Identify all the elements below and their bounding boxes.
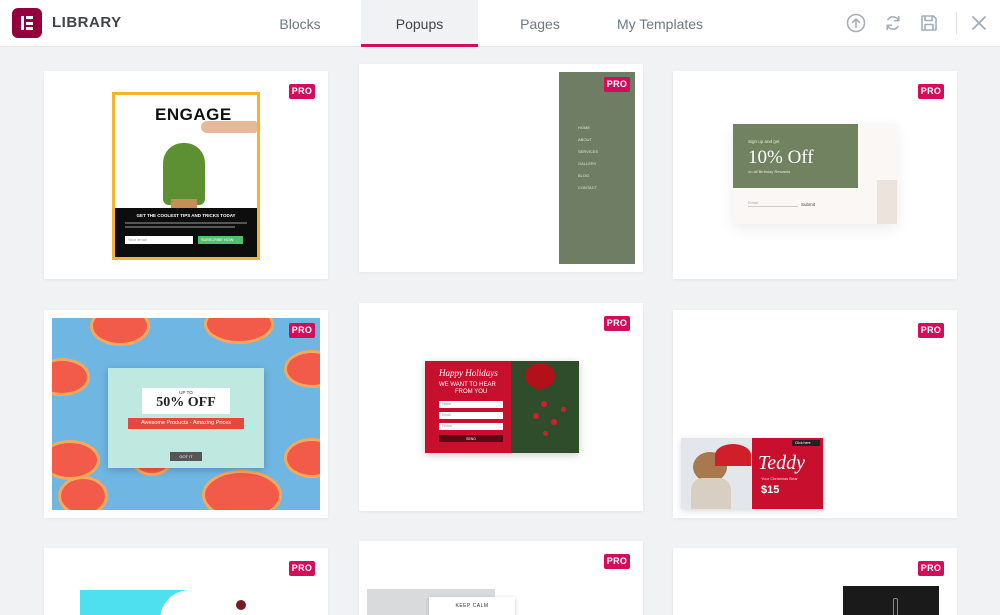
tab-pages-label: Pages (520, 15, 560, 32)
header-divider (956, 12, 957, 34)
email-field: Your email (125, 236, 193, 244)
preview-caption: GET THE COOLEST TIPS AND TRICKS TODAY (136, 213, 236, 218)
template-card-holidays[interactable]: Happy Holidays WE WANT TO HEAR FROM YOU … (359, 303, 643, 511)
teddy-price: $15 (761, 484, 780, 496)
pro-badge: PRO (604, 77, 630, 92)
popup-preview: Happy Holidays WE WANT TO HEAR FROM YOU … (425, 361, 579, 453)
pro-badge: PRO (918, 561, 944, 576)
got-it-button: GOT IT (170, 452, 202, 461)
offer-headline: 50% OFF (156, 395, 216, 410)
preview-headline: KEEP CALM (455, 603, 489, 609)
popup-preview: HOME ABOUT SERVICES GALLERY BLOG CONTACT (559, 72, 635, 264)
pro-badge: PRO (289, 323, 315, 338)
offer-subline: on all Birthday Rewards (748, 169, 791, 174)
send-button: SEND (439, 435, 503, 442)
subscribe-button: SUBSCRIBE NOW (198, 236, 243, 244)
pro-badge: PRO (604, 316, 630, 331)
popup-preview: Sign up and get 10% Off on all Birthday … (733, 124, 897, 224)
template-card-engage[interactable]: ENGAGE GET THE COOLEST TIPS AND TRICKS T… (44, 71, 328, 279)
menu-item: HOME (578, 125, 590, 130)
pro-badge: PRO (918, 84, 944, 99)
tab-blocks[interactable]: Blocks (240, 0, 360, 47)
teddy-offer-panel: Click here Teddy Your Christmas Bear $15 (752, 438, 823, 509)
offer-panel: Sign up and get 10% Off on all Birthday … (733, 124, 858, 188)
holly-image (511, 361, 579, 453)
menu-item: GALLERY (578, 161, 597, 166)
cactus-image (163, 143, 205, 205)
elementor-logo-icon (12, 8, 42, 38)
teddy-image (681, 438, 752, 509)
grapefruit-background: UP TO 50% OFF Awesome Products - Amazing… (52, 318, 320, 510)
template-card-keep-calm[interactable]: KEEP CALM PRO (359, 541, 643, 615)
pro-badge: PRO (289, 84, 315, 99)
menu-item: BLOG (578, 173, 590, 178)
template-card-cyan[interactable]: PRO (44, 548, 328, 615)
template-card-teddy[interactable]: Click here Teddy Your Christmas Bear $15… (673, 310, 957, 518)
upload-icon[interactable] (845, 12, 867, 34)
tab-pages[interactable]: Pages (480, 0, 600, 47)
offer-ribbon: Awesome Products - Amazing Prices (128, 418, 244, 429)
offer-headline: 10% Off (748, 147, 814, 168)
holiday-title: Happy Holidays (439, 368, 498, 378)
template-card-ten-off[interactable]: Sign up and get 10% Off on all Birthday … (673, 71, 957, 279)
template-card-side-menu[interactable]: HOME ABOUT SERVICES GALLERY BLOG CONTACT… (359, 64, 643, 272)
menu-item: CONTACT (578, 185, 598, 190)
template-card-dark[interactable]: PRO (673, 548, 957, 615)
menu-item: SERVICES (578, 149, 599, 154)
popup-preview: Click here Teddy Your Christmas Bear $15 (681, 438, 823, 509)
email-field: Email (748, 200, 759, 205)
popup-preview (843, 586, 939, 615)
holiday-headline: FROM YOU (455, 389, 488, 395)
offer-kicker: Sign up and get (748, 139, 780, 144)
popup-preview (80, 590, 290, 615)
tab-my-templates-label: My Templates (616, 15, 704, 32)
library-header: LIBRARY Blocks Popups Pages My Templates (0, 0, 1000, 47)
pro-badge: PRO (918, 323, 944, 338)
pro-badge: PRO (289, 561, 315, 576)
popup-preview: ENGAGE GET THE COOLEST TIPS AND TRICKS T… (112, 92, 260, 260)
sync-icon[interactable] (882, 12, 904, 34)
teddy-title: Teddy (758, 452, 806, 474)
submit-button: Submit (801, 202, 816, 207)
popup-preview: UP TO 50% OFF Awesome Products - Amazing… (108, 368, 264, 468)
teddy-subline: Your Christmas Bear (761, 476, 798, 481)
holiday-headline: WE WANT TO HEAR (439, 382, 496, 388)
popup-preview: KEEP CALM (367, 589, 515, 615)
preview-footer: GET THE COOLEST TIPS AND TRICKS TODAY Yo… (115, 208, 257, 257)
pro-badge: PRO (604, 554, 630, 569)
menu-item: ABOUT (578, 137, 592, 142)
tab-blocks-label: Blocks (279, 15, 321, 32)
hand-image (201, 121, 257, 133)
tab-my-templates[interactable]: My Templates (600, 0, 720, 47)
template-card-fifty-off[interactable]: UP TO 50% OFF Awesome Products - Amazing… (44, 310, 328, 518)
library-title: LIBRARY (52, 14, 122, 31)
tab-popups[interactable]: Popups (361, 0, 478, 47)
save-icon[interactable] (918, 12, 940, 34)
tab-popups-label: Popups (395, 15, 444, 32)
close-icon[interactable] (968, 12, 990, 34)
